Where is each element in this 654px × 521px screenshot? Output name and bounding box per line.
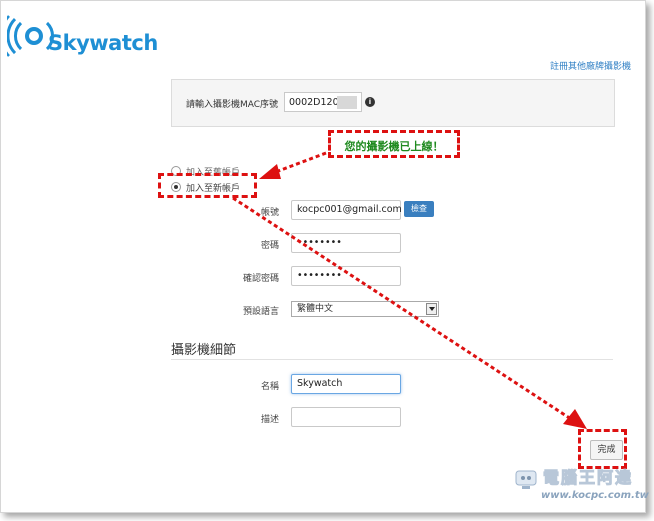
- arrow-to-done-head: [563, 409, 587, 429]
- watermark-title: 電腦王阿達: [542, 468, 634, 488]
- watermark-url: www.kocpc.com.tw: [541, 490, 649, 501]
- arrow-to-radio-line: [272, 151, 327, 175]
- watermark: 電腦王阿達 www.kocpc.com.tw: [513, 461, 649, 506]
- page-frame: Skywatch 註冊其他廠牌攝影機 請輸入攝影機MAC序號 0002D120 …: [0, 0, 649, 513]
- mascot-icon: [515, 470, 537, 489]
- arrow-to-done-line: [232, 196, 572, 421]
- annotation-arrows: [232, 151, 587, 429]
- arrow-to-radio-head: [259, 164, 281, 179]
